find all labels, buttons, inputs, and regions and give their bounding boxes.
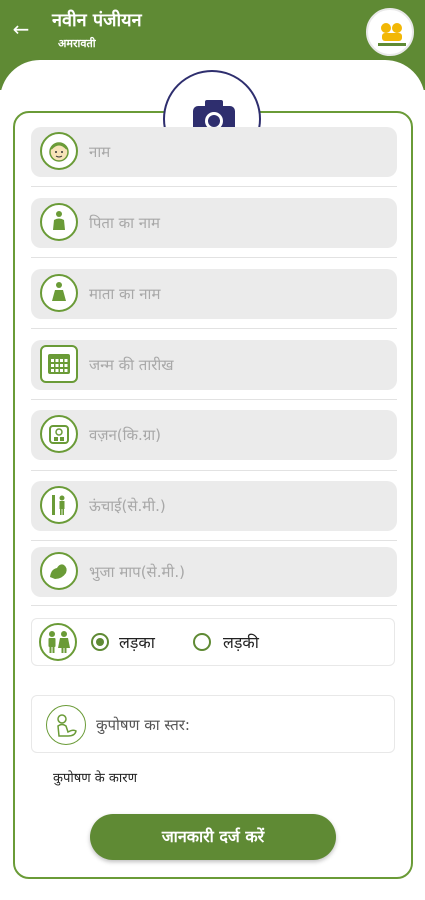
height-placeholder: ऊंचाई(से.मी.) <box>89 497 166 515</box>
page-subtitle: अमरावती <box>58 37 96 50</box>
page-title: नवीन पंजीयन <box>52 10 142 31</box>
dob-placeholder: जन्म की तारीख <box>89 356 174 374</box>
height-field[interactable]: ऊंचाई(से.मी.) <box>31 481 397 531</box>
dob-field[interactable]: जन्म की तारीख <box>31 340 397 390</box>
malnutrition-level-field[interactable]: कुपोषण का स्तर: <box>31 695 395 753</box>
father-name-field[interactable]: पिता का नाम <box>31 198 397 248</box>
height-measure-icon <box>40 486 78 524</box>
father-name-placeholder: पिता का नाम <box>89 214 160 232</box>
person-icon <box>40 274 78 312</box>
malnutrition-reason-label: कुपोषण के कारण <box>53 771 137 786</box>
radio-girl[interactable] <box>193 633 211 651</box>
app-logo-icon <box>366 8 414 56</box>
arm-icon <box>40 552 78 590</box>
weight-placeholder: वज़न(कि.ग्रा) <box>89 426 162 444</box>
name-field[interactable]: नाम <box>31 127 397 177</box>
radio-girl-label[interactable]: लड़की <box>223 631 259 653</box>
person-icon <box>40 203 78 241</box>
weighing-scale-icon <box>40 415 78 453</box>
radio-boy-label[interactable]: लड़का <box>119 631 155 653</box>
gender-selector: लड़का लड़की <box>31 618 395 666</box>
back-arrow-icon[interactable]: ← <box>10 18 32 40</box>
mother-name-field[interactable]: माता का नाम <box>31 269 397 319</box>
arm-measure-placeholder: भुजा माप(से.मी.) <box>89 563 185 581</box>
divider <box>31 328 397 329</box>
divider <box>31 186 397 187</box>
arm-measure-field[interactable]: भुजा माप(से.मी.) <box>31 547 397 597</box>
mother-name-placeholder: माता का नाम <box>89 285 161 303</box>
malnutrition-level-label: कुपोषण का स्तर: <box>96 716 190 734</box>
divider <box>31 605 397 606</box>
radio-boy[interactable] <box>91 633 109 651</box>
malnutrition-icon <box>46 705 86 745</box>
divider <box>31 470 397 471</box>
divider <box>31 257 397 258</box>
divider <box>31 540 397 541</box>
child-face-icon <box>40 132 78 170</box>
submit-button[interactable]: जानकारी दर्ज करें <box>90 814 336 860</box>
weight-field[interactable]: वज़न(कि.ग्रा) <box>31 410 397 460</box>
calendar-icon <box>40 345 78 383</box>
divider <box>31 399 397 400</box>
name-placeholder: नाम <box>89 143 111 161</box>
gender-icon <box>39 623 77 661</box>
